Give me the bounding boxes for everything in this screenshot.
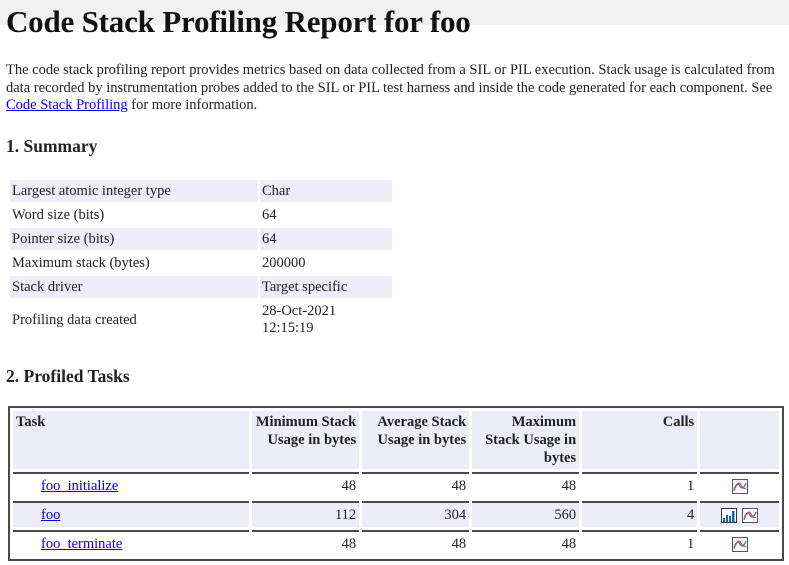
table-row: foo 112 304 560 4 <box>13 501 779 527</box>
plot-icon[interactable] <box>731 478 748 494</box>
column-header-calls: Calls <box>582 411 698 469</box>
avg-stack-cell: 48 <box>362 530 470 556</box>
column-header-task: Task <box>13 411 250 469</box>
calls-cell: 4 <box>582 501 698 527</box>
summary-row: Word size (bits) 64 <box>10 204 392 226</box>
plot-icon[interactable] <box>742 507 759 523</box>
summary-label: Stack driver <box>10 276 258 298</box>
actions-cell <box>700 501 779 527</box>
table-header-row: Task Minimum Stack Usage in bytes Averag… <box>13 411 779 469</box>
code-stack-profiling-link[interactable]: Code Stack Profiling <box>6 97 128 113</box>
summary-row: Profiling data created 28-Oct-2021 12:15… <box>10 300 392 340</box>
task-link-foo-initialize[interactable]: foo_initialize <box>41 478 118 494</box>
summary-label: Pointer size (bits) <box>10 228 258 250</box>
summary-table: Largest atomic integer type Char Word si… <box>8 178 394 342</box>
page-title: Code Stack Profiling Report for foo <box>6 4 471 39</box>
actions-cell <box>700 530 779 556</box>
summary-value: 64 <box>262 206 277 223</box>
table-row: foo_initialize 48 48 48 1 <box>13 472 779 498</box>
intro-text: The code stack profiling report provides… <box>6 62 775 96</box>
min-stack-cell: 112 <box>252 501 360 527</box>
summary-row: Maximum stack (bytes) 200000 <box>10 252 392 274</box>
summary-label: Profiling data created <box>12 311 137 328</box>
task-link-foo-terminate[interactable]: foo_terminate <box>41 536 122 552</box>
summary-value: Char <box>260 180 392 202</box>
task-name-cell: foo_initialize <box>13 472 250 498</box>
summary-label: Word size (bits) <box>12 206 105 223</box>
table-row: foo_terminate 48 48 48 1 <box>13 530 779 556</box>
summary-label: Maximum stack (bytes) <box>12 254 150 271</box>
profiled-tasks-heading: 2. Profiled Tasks <box>6 366 130 386</box>
intro-paragraph: The code stack profiling report provides… <box>6 62 781 115</box>
plot-icon[interactable] <box>731 536 748 552</box>
profiled-tasks-table: Task Minimum Stack Usage in bytes Averag… <box>8 406 784 561</box>
summary-value: Target specific <box>260 276 392 298</box>
summary-row: Largest atomic integer type Char <box>10 180 392 202</box>
min-stack-cell: 48 <box>252 530 360 556</box>
max-stack-cell: 560 <box>472 501 580 527</box>
task-link-foo[interactable]: foo <box>41 507 60 523</box>
max-stack-cell: 48 <box>472 530 580 556</box>
column-header-actions <box>700 411 779 469</box>
summary-value: 200000 <box>262 254 306 271</box>
histogram-icon[interactable] <box>720 507 737 523</box>
max-stack-cell: 48 <box>472 472 580 498</box>
calls-cell: 1 <box>582 530 698 556</box>
summary-value: 28-Oct-2021 12:15:19 <box>262 303 337 336</box>
avg-stack-cell: 304 <box>362 501 470 527</box>
task-name-cell: foo <box>13 501 250 527</box>
column-header-avg: Average Stack Usage in bytes <box>362 411 470 469</box>
task-name-cell: foo_terminate <box>13 530 250 556</box>
column-header-max: Maximum Stack Usage in bytes <box>472 411 580 469</box>
summary-heading: 1. Summary <box>6 136 98 156</box>
min-stack-cell: 48 <box>252 472 360 498</box>
avg-stack-cell: 48 <box>362 472 470 498</box>
actions-cell <box>700 472 779 498</box>
summary-label: Largest atomic integer type <box>10 180 258 202</box>
summary-row: Pointer size (bits) 64 <box>10 228 392 250</box>
intro-text-end: for more information. <box>127 97 258 113</box>
calls-cell: 1 <box>582 472 698 498</box>
summary-row: Stack driver Target specific <box>10 276 392 298</box>
column-header-min: Minimum Stack Usage in bytes <box>252 411 360 469</box>
summary-value: 64 <box>260 228 392 250</box>
